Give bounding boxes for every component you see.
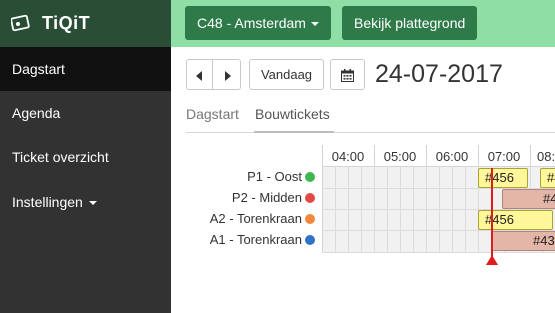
tabs-divider: [186, 132, 555, 133]
caret-down-icon: [88, 201, 97, 205]
ticket-block[interactable]: #456: [478, 168, 528, 188]
sidebar-item-label: Dagstart: [12, 61, 65, 77]
brand-name: TiQiT: [42, 13, 91, 33]
calendar-icon: [341, 69, 354, 83]
sidebar-item-label: Ticket overzicht: [12, 149, 109, 165]
project-select[interactable]: C48 - Amsterdam: [185, 6, 331, 40]
floorplan-button-label: Bekijk plattegrond: [354, 15, 466, 31]
current-time-marker-icon: [486, 255, 498, 265]
prev-day-button[interactable]: [186, 59, 213, 90]
sidebar-item-label: Agenda: [12, 105, 61, 121]
sidebar-item-label: Instellingen: [12, 194, 83, 210]
tab-dagstart[interactable]: Dagstart: [186, 106, 239, 122]
resource-label-a1-torenkraan: A1 - Torenkraan: [209, 232, 302, 247]
ticket-label: #43: [543, 191, 555, 206]
sidebar: TiQiT Dagstart Agenda Ticket overzicht I…: [0, 0, 171, 313]
resource-label-p1-oost: P1 - Oost: [247, 169, 302, 184]
ticket-label: #456: [485, 170, 514, 185]
chevron-right-icon: [224, 70, 231, 81]
top-bar: C48 - Amsterdam Bekijk plattegrond: [171, 0, 555, 47]
current-time-line: [491, 168, 493, 259]
ticket-label: #4: [547, 170, 555, 185]
sidebar-item-agenda[interactable]: Agenda: [0, 91, 171, 135]
ticket-block[interactable]: #4: [540, 168, 555, 188]
ticket-block[interactable]: #43: [492, 231, 555, 251]
project-select-label: C48 - Amsterdam: [197, 15, 306, 31]
ticket-label: #456: [485, 212, 514, 227]
resource-label-a2-torenkraan: A2 - Torenkraan: [209, 211, 302, 226]
sidebar-item-instellingen[interactable]: Instellingen: [0, 180, 171, 224]
ticket-logo-icon: [11, 14, 30, 32]
next-day-button[interactable]: [212, 59, 241, 90]
caret-down-icon: [310, 22, 319, 26]
ticket-label: #43: [533, 233, 555, 248]
status-dot: [305, 235, 315, 245]
today-button-label: Vandaag: [260, 67, 313, 82]
resource-label-p2-midden: P2 - Midden: [231, 190, 302, 205]
ticket-block[interactable]: #456: [478, 210, 553, 230]
brand-bar[interactable]: TiQiT: [0, 0, 171, 47]
floorplan-button[interactable]: Bekijk plattegrond: [342, 6, 478, 40]
active-tab-indicator: [254, 131, 334, 133]
current-date: 24-07-2017: [375, 60, 503, 88]
status-dot: [305, 193, 315, 203]
tab-bouwtickets[interactable]: Bouwtickets: [255, 106, 330, 122]
sidebar-item-ticket-overzicht[interactable]: Ticket overzicht: [0, 135, 171, 179]
status-dot: [305, 214, 315, 224]
chevron-left-icon: [195, 70, 202, 81]
calendar-button[interactable]: [330, 59, 365, 90]
sidebar-item-dagstart[interactable]: Dagstart: [0, 47, 171, 91]
ticket-block[interactable]: #43: [502, 189, 555, 209]
today-button[interactable]: Vandaag: [249, 59, 324, 90]
status-dot: [305, 172, 315, 182]
